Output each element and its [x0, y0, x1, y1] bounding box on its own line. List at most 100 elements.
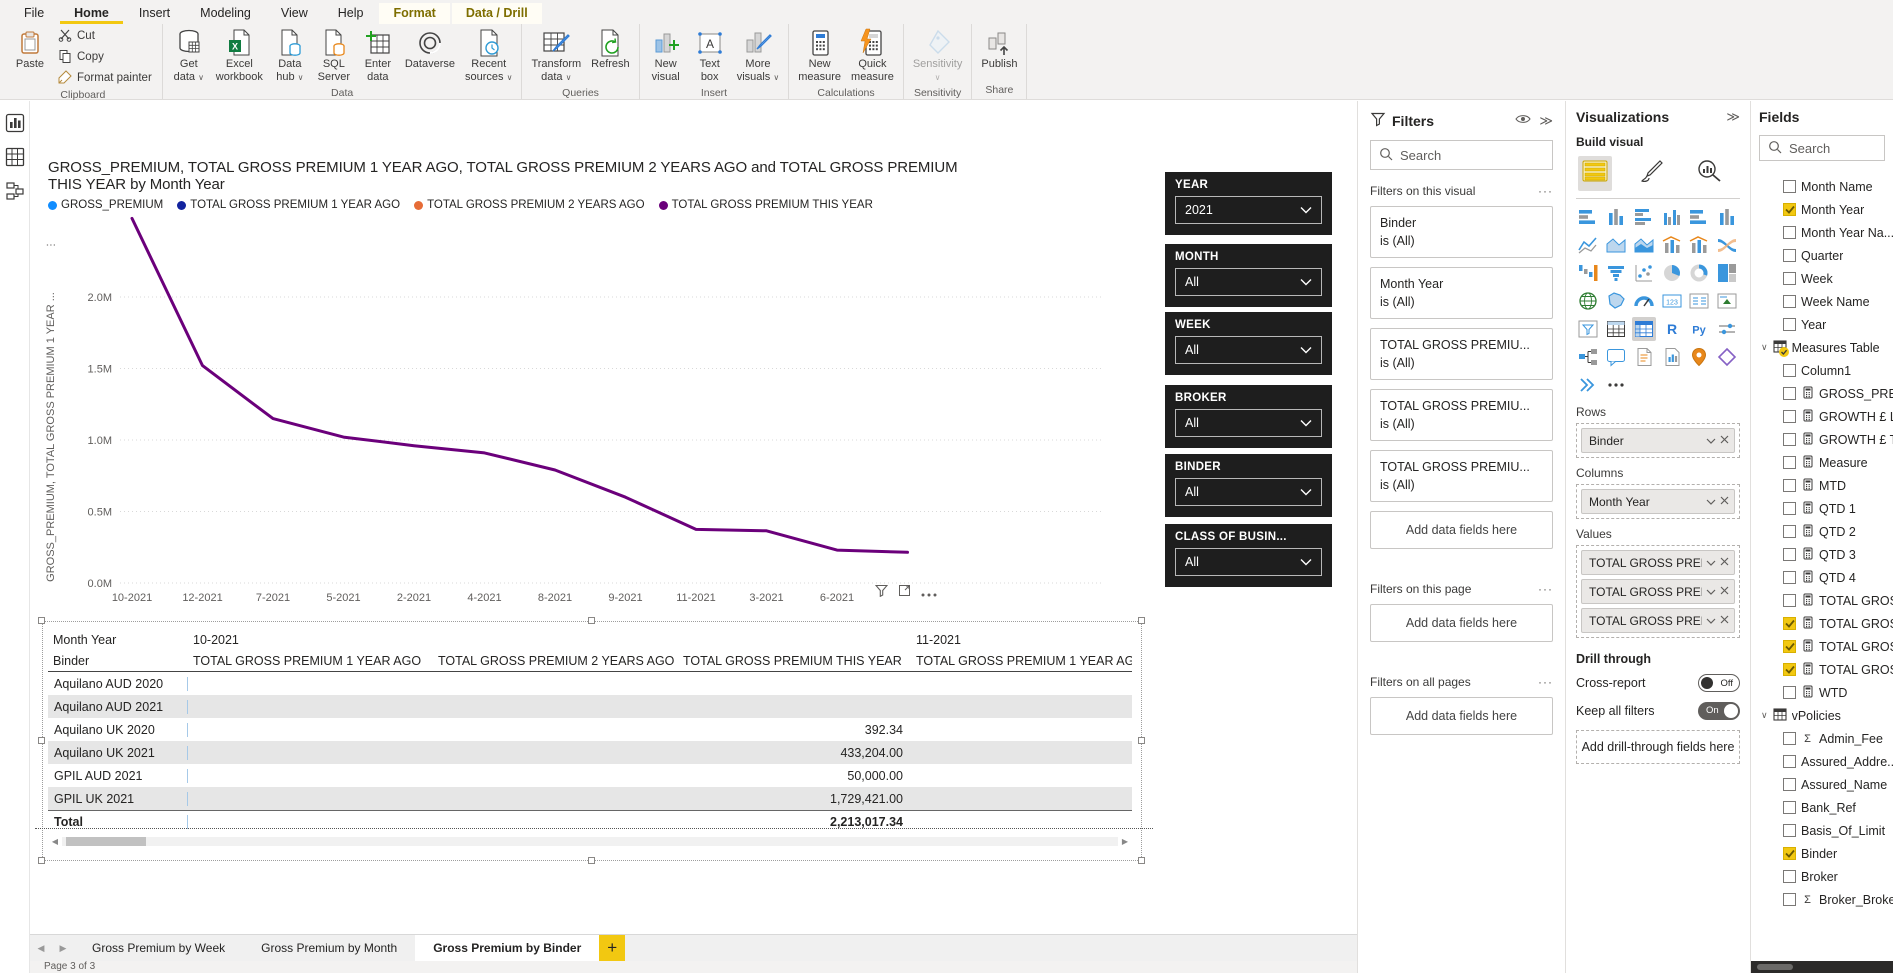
table-row[interactable]: GPIL UK 2021 1,729,421.00 — [48, 787, 1132, 810]
new-measure-button[interactable]: New measure — [795, 26, 844, 86]
format-painter-button[interactable]: Format painter — [54, 69, 156, 88]
visual-type-ribbon-chart[interactable] — [1715, 233, 1739, 257]
filter-icon[interactable] — [874, 584, 889, 602]
visual-type-smart-narrative[interactable] — [1632, 345, 1656, 369]
scroll-right-arrow[interactable]: ▶ — [1118, 837, 1132, 846]
model-view-button[interactable] — [5, 181, 25, 201]
field-checkbox[interactable] — [1783, 617, 1796, 630]
transform-data-button[interactable]: Transform data ∨ — [528, 26, 584, 86]
fields-search-input[interactable]: Search — [1759, 135, 1885, 161]
field-item[interactable]: Assured_Name — [1759, 773, 1893, 796]
visual-type-power-automate[interactable] — [1576, 373, 1600, 397]
line-chart-visual[interactable]: GROSS_PREMIUM, TOTAL GROSS PREMIUM 1 YEA… — [40, 135, 1115, 619]
field-pill[interactable]: Binder — [1581, 428, 1735, 453]
section-more-icon[interactable]: ··· — [1538, 675, 1553, 689]
table-row[interactable]: Aquilano AUD 2020 — [48, 672, 1132, 695]
field-item[interactable]: Binder — [1759, 842, 1893, 865]
field-checkbox[interactable] — [1783, 180, 1796, 193]
field-item[interactable]: QTD 4 — [1759, 566, 1893, 589]
field-checkbox[interactable] — [1783, 548, 1796, 561]
table-row[interactable]: Aquilano UK 2020 392.34 — [48, 718, 1132, 741]
matrix-visual[interactable]: Month Year 10-2021 11-2021 Binder TOTAL GROS… — [48, 629, 1132, 848]
field-pill[interactable]: Month Year — [1581, 489, 1735, 514]
field-checkbox[interactable] — [1783, 272, 1796, 285]
visual-type-clustered-bar-chart[interactable] — [1632, 205, 1656, 229]
field-item[interactable]: Month Year — [1759, 198, 1893, 221]
visual-type-stacked-area-chart[interactable] — [1632, 233, 1656, 257]
slicer-dropdown[interactable]: All — [1175, 336, 1322, 364]
matrix-column-header[interactable]: TOTAL GROSS PREMIUM 1 YEAR AGO — [911, 654, 1132, 668]
table-row[interactable]: GPIL AUD 2021 50,000.00 — [48, 764, 1132, 787]
visual-type-matrix[interactable] — [1631, 317, 1656, 341]
field-checkbox[interactable] — [1783, 755, 1796, 768]
visual-type-donut-chart[interactable] — [1687, 261, 1711, 285]
add-data-fields-drop-zone[interactable]: Add data fields here — [1370, 511, 1553, 549]
visual-type-pie-chart[interactable] — [1660, 261, 1684, 285]
eye-icon[interactable] — [1515, 113, 1532, 128]
filter-card[interactable]: Month Year is (All) — [1370, 267, 1553, 319]
field-item[interactable]: Month Name — [1759, 175, 1893, 198]
section-more-icon[interactable]: ··· — [1538, 184, 1553, 198]
chevron-down-icon[interactable] — [1706, 496, 1716, 508]
paste-button[interactable]: Paste — [10, 26, 50, 73]
field-checkbox[interactable] — [1783, 295, 1796, 308]
visual-type-card[interactable]: 123 — [1660, 289, 1684, 313]
slicer-dropdown[interactable]: All — [1175, 478, 1322, 506]
filter-card[interactable]: TOTAL GROSS PREMIU... is (All) — [1370, 389, 1553, 441]
fields-table-measures-table[interactable]: ∨ Measures Table — [1759, 336, 1893, 359]
field-item[interactable]: MTD — [1759, 474, 1893, 497]
selection-handle[interactable] — [588, 617, 595, 624]
visual-type-python-visual[interactable]: Py — [1687, 317, 1711, 341]
chevron-down-icon[interactable] — [1706, 557, 1716, 569]
get-data-button[interactable]: Get data ∨ — [169, 26, 209, 86]
field-checkbox[interactable] — [1783, 249, 1796, 262]
field-checkbox[interactable] — [1783, 387, 1796, 400]
collapse-pane-icon[interactable]: ≫ — [1726, 109, 1740, 125]
cut-button[interactable]: Cut — [54, 27, 156, 46]
field-checkbox[interactable] — [1783, 203, 1796, 216]
slicer-dropdown[interactable]: All — [1175, 548, 1322, 576]
field-checkbox[interactable] — [1783, 640, 1796, 653]
field-checkbox[interactable] — [1783, 433, 1796, 446]
matrix-column-header[interactable]: TOTAL GROSS PREMIUM 1 YEAR AGO — [188, 654, 433, 668]
visual-type-stacked-column-chart[interactable] — [1604, 205, 1628, 229]
field-item[interactable]: Year — [1759, 313, 1893, 336]
field-item[interactable]: Broker — [1759, 865, 1893, 888]
field-item[interactable]: Week Name — [1759, 290, 1893, 313]
analytics-mode-icon[interactable] — [1692, 155, 1726, 192]
field-item[interactable]: Column1 — [1759, 359, 1893, 382]
collapse-pane-icon[interactable]: ≫ — [1539, 113, 1553, 129]
publish-button[interactable]: Publish — [978, 26, 1020, 73]
build-visual-mode-icon[interactable] — [1578, 156, 1612, 191]
matrix-h-scrollbar[interactable]: ◀ ▶ — [48, 835, 1132, 848]
selection-handle[interactable] — [1138, 737, 1145, 744]
visual-type-filled-map[interactable] — [1604, 289, 1628, 313]
visual-type-r-script-visual[interactable]: R — [1660, 317, 1684, 341]
field-item[interactable]: TOTAL GROSS ... — [1759, 658, 1893, 681]
chevron-down-icon[interactable] — [1706, 615, 1716, 627]
field-item[interactable]: Month Year Na... — [1759, 221, 1893, 244]
field-checkbox[interactable] — [1783, 778, 1796, 791]
page-tab-gross-premium-by-week[interactable]: Gross Premium by Week — [74, 935, 243, 961]
field-item[interactable]: Bank_Ref — [1759, 796, 1893, 819]
field-item[interactable]: WTD — [1759, 681, 1893, 704]
ribbon-tab-help[interactable]: Help — [324, 3, 378, 24]
field-checkbox[interactable] — [1783, 226, 1796, 239]
chevron-down-icon[interactable] — [1706, 586, 1716, 598]
field-checkbox[interactable] — [1783, 686, 1796, 699]
field-item[interactable]: TOTAL GROSS ... — [1759, 612, 1893, 635]
remove-field-icon[interactable] — [1720, 435, 1729, 447]
new-page-button[interactable]: + — [599, 935, 626, 961]
matrix-column-header[interactable]: TOTAL GROSS PREMIUM 2 YEARS AGO — [433, 654, 678, 668]
field-item[interactable]: GROWTH £ LA... — [1759, 405, 1893, 428]
visual-type-table[interactable] — [1604, 317, 1628, 341]
sensitivity-button[interactable]: Sensitivity ∨ — [910, 26, 966, 86]
report-view-button[interactable] — [5, 113, 25, 133]
field-checkbox[interactable] — [1783, 870, 1796, 883]
remove-field-icon[interactable] — [1720, 557, 1729, 569]
field-item[interactable]: Σ Broker_Broker... — [1759, 888, 1893, 911]
field-checkbox[interactable] — [1783, 824, 1796, 837]
field-checkbox[interactable] — [1783, 502, 1796, 515]
visual-type-qa-visual[interactable] — [1604, 345, 1628, 369]
visual-type-field-parameters[interactable] — [1715, 317, 1739, 341]
